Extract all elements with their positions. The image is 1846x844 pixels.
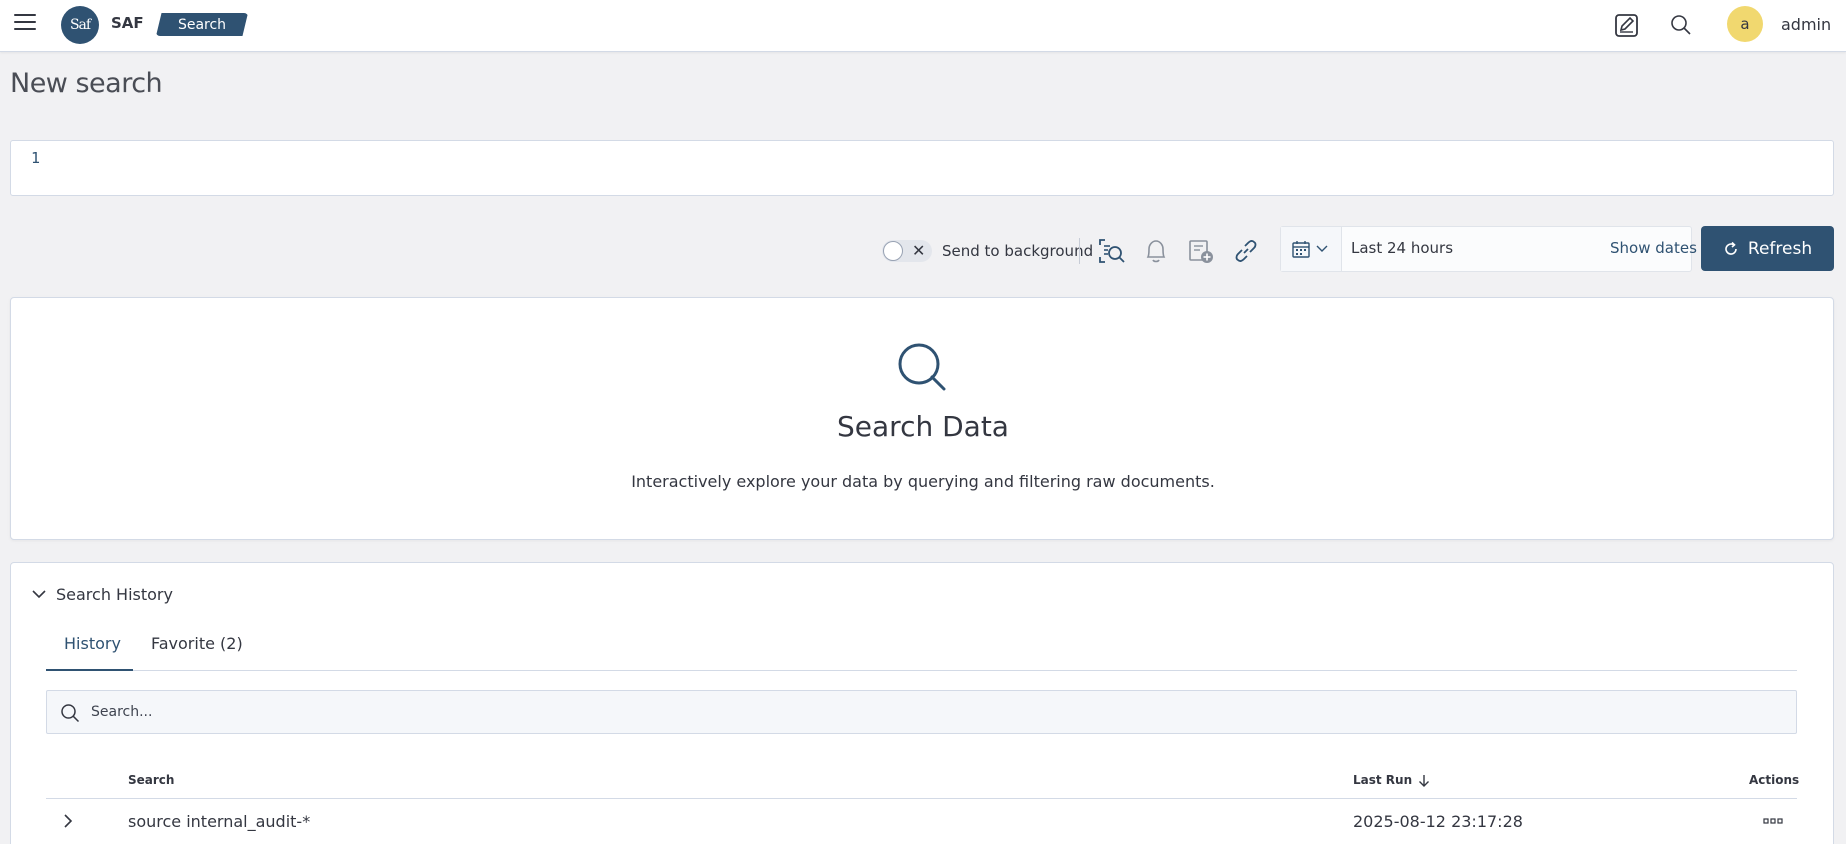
date-range-value[interactable]: Last 24 hours bbox=[1351, 239, 1453, 257]
column-header-search[interactable]: Search bbox=[128, 773, 174, 787]
toolbar-divider bbox=[1079, 238, 1080, 264]
quick-menu-button[interactable] bbox=[1281, 227, 1342, 271]
menu-icon[interactable] bbox=[14, 14, 36, 32]
toggle-knob bbox=[883, 241, 903, 261]
table-header-divider bbox=[46, 798, 1797, 799]
search-history-title: Search History bbox=[56, 584, 173, 604]
saf-logo[interactable]: Saf bbox=[61, 6, 99, 44]
search-icon bbox=[61, 704, 80, 723]
tab-history[interactable]: History bbox=[46, 634, 133, 671]
search-icon[interactable] bbox=[1668, 12, 1694, 38]
tab-favorite[interactable]: Favorite (2) bbox=[151, 634, 261, 671]
column-header-last-run[interactable]: Last Run bbox=[1353, 773, 1430, 787]
empty-state-title: Search Data bbox=[837, 410, 1009, 443]
history-search-field bbox=[46, 690, 1797, 734]
bell-icon[interactable] bbox=[1141, 236, 1171, 266]
page-title: New search bbox=[10, 68, 163, 99]
search-data-icon bbox=[898, 343, 946, 391]
refresh-icon bbox=[1725, 241, 1737, 255]
inspect-search-icon[interactable] bbox=[1096, 236, 1126, 266]
column-header-actions: Actions bbox=[1749, 773, 1800, 787]
calendar-icon bbox=[1292, 241, 1310, 258]
history-row-last-run: 2025-08-12 23:17:28 bbox=[1353, 812, 1523, 831]
edit-note-icon[interactable] bbox=[1614, 12, 1640, 38]
sort-descending-icon bbox=[1419, 774, 1430, 787]
show-dates-link[interactable]: Show dates bbox=[1610, 239, 1697, 257]
username[interactable]: admin bbox=[1781, 15, 1831, 34]
empty-state-description: Interactively explore your data by query… bbox=[631, 472, 1215, 491]
chevron-down-icon bbox=[1316, 245, 1328, 252]
refresh-button[interactable]: Refresh bbox=[1701, 226, 1834, 271]
more-actions-icon[interactable] bbox=[1763, 817, 1783, 825]
history-tabs: History Favorite (2) bbox=[46, 634, 1797, 671]
search-history-toggle[interactable]: Search History bbox=[32, 583, 173, 605]
history-row-search[interactable]: source internal_audit-* bbox=[128, 812, 310, 831]
brand-name: SAF bbox=[111, 14, 144, 32]
link-icon[interactable] bbox=[1231, 236, 1261, 266]
chevron-down-icon bbox=[32, 590, 46, 599]
send-to-background-label: Send to background bbox=[942, 242, 1094, 260]
avatar[interactable]: a bbox=[1727, 6, 1763, 42]
history-search-input[interactable] bbox=[91, 700, 1771, 724]
close-icon: ✕ bbox=[912, 241, 926, 260]
column-header-last-run-label: Last Run bbox=[1353, 773, 1413, 787]
query-editor[interactable]: 1 bbox=[10, 140, 1834, 196]
refresh-label: Refresh bbox=[1747, 238, 1813, 259]
send-to-background-toggle[interactable]: ✕ bbox=[882, 240, 932, 262]
top-header: Saf SAF Search a admin bbox=[0, 0, 1846, 52]
line-number: 1 bbox=[31, 149, 41, 167]
add-to-dashboard-icon[interactable] bbox=[1186, 236, 1216, 266]
app-badge-search[interactable]: Search bbox=[156, 13, 248, 36]
chevron-right-icon[interactable] bbox=[62, 813, 74, 829]
